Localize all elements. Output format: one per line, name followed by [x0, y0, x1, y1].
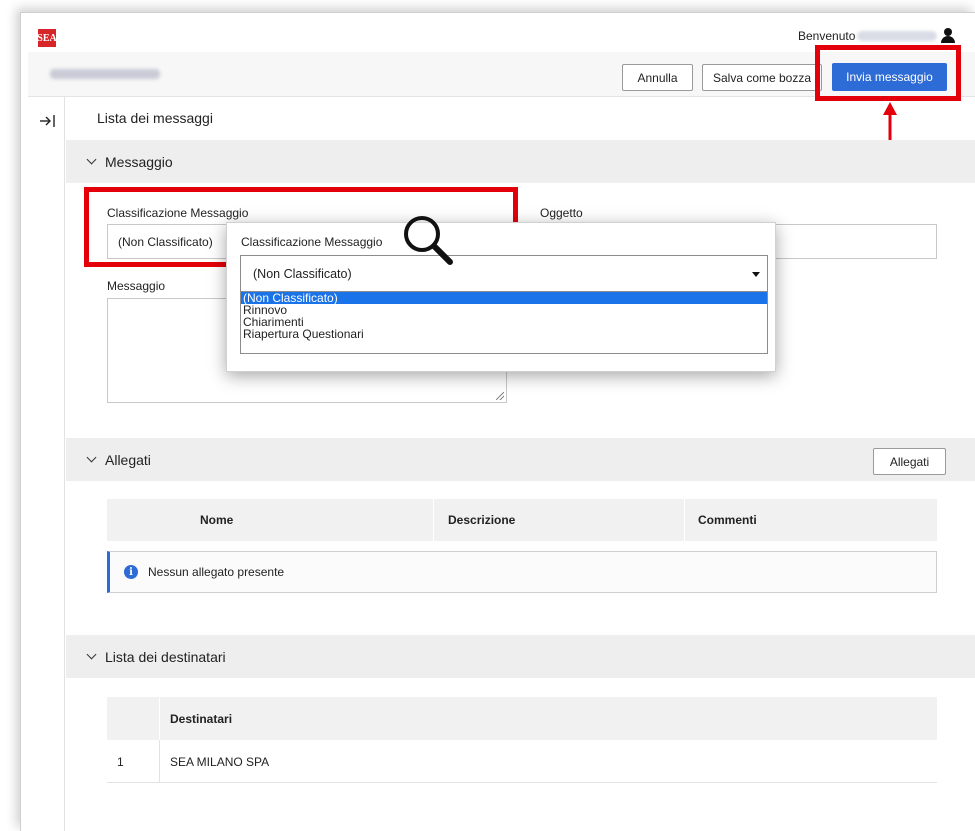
section-message-title: Messaggio — [105, 153, 173, 170]
row-index: 1 — [117, 755, 124, 769]
column-header-comments[interactable]: Commenti — [698, 499, 757, 541]
welcome-area: Benvenuto — [798, 28, 956, 43]
chevron-down-icon — [86, 649, 97, 660]
sea-logo: SEA — [37, 29, 57, 47]
recipient-name: SEA MILANO SPA — [170, 755, 270, 769]
save-draft-button[interactable]: Salva come bozza — [702, 64, 822, 91]
user-name-obscured — [857, 30, 938, 41]
resize-grip-icon[interactable] — [496, 392, 504, 400]
column-header-name[interactable]: Nome — [200, 499, 233, 541]
cancel-button[interactable]: Annulla — [622, 64, 693, 91]
attachments-table-header: Nome Descrizione Commenti — [107, 499, 937, 541]
breadcrumb[interactable]: Lista dei messaggi — [97, 110, 213, 126]
chevron-down-icon — [86, 452, 97, 463]
user-icon[interactable] — [941, 28, 956, 43]
no-attachments-text: Nessun allegato presente — [148, 565, 285, 579]
magnifier-icon — [404, 216, 453, 265]
welcome-label: Benvenuto — [798, 28, 856, 43]
dropdown-option[interactable]: Rinnovo — [241, 304, 767, 316]
classification-dropdown-zoom: Classificazione Messaggio (Non Classific… — [226, 222, 776, 372]
add-attachment-button[interactable]: Allegati — [873, 448, 946, 475]
recipients-table-header: Destinatari — [107, 697, 937, 740]
section-attachments-header[interactable]: Allegati — [66, 438, 975, 481]
left-sidebar — [28, 97, 65, 831]
company-name-obscured — [50, 69, 160, 79]
column-header-recipients[interactable]: Destinatari — [170, 697, 232, 740]
caret-down-icon — [752, 272, 760, 277]
no-attachments-notice: i Nessun allegato presente — [107, 551, 937, 593]
info-icon: i — [124, 565, 138, 579]
dropdown-label: Classificazione Messaggio — [241, 235, 383, 249]
section-recipients-title: Lista dei destinatari — [105, 648, 226, 665]
dropdown-selected-value: (Non Classificato) — [253, 266, 352, 281]
dropdown-option[interactable]: Riapertura Questionari — [241, 328, 767, 340]
chevron-down-icon — [86, 154, 97, 165]
table-row[interactable]: 1 SEA MILANO SPA — [107, 740, 937, 783]
message-label: Messaggio — [107, 279, 166, 293]
section-message-header[interactable]: Messaggio — [66, 140, 975, 183]
collapse-sidebar-icon[interactable] — [39, 114, 57, 128]
column-header-description[interactable]: Descrizione — [448, 499, 515, 541]
dropdown-select[interactable]: (Non Classificato) — [240, 255, 768, 292]
dropdown-option[interactable]: (Non Classificato) — [241, 292, 767, 304]
dropdown-options-list: (Non Classificato) Rinnovo Chiarimenti R… — [240, 291, 768, 354]
subject-label: Oggetto — [540, 206, 583, 220]
section-recipients-header[interactable]: Lista dei destinatari — [66, 635, 975, 678]
highlight-box-send — [815, 45, 961, 101]
section-attachments-title: Allegati — [105, 451, 151, 468]
